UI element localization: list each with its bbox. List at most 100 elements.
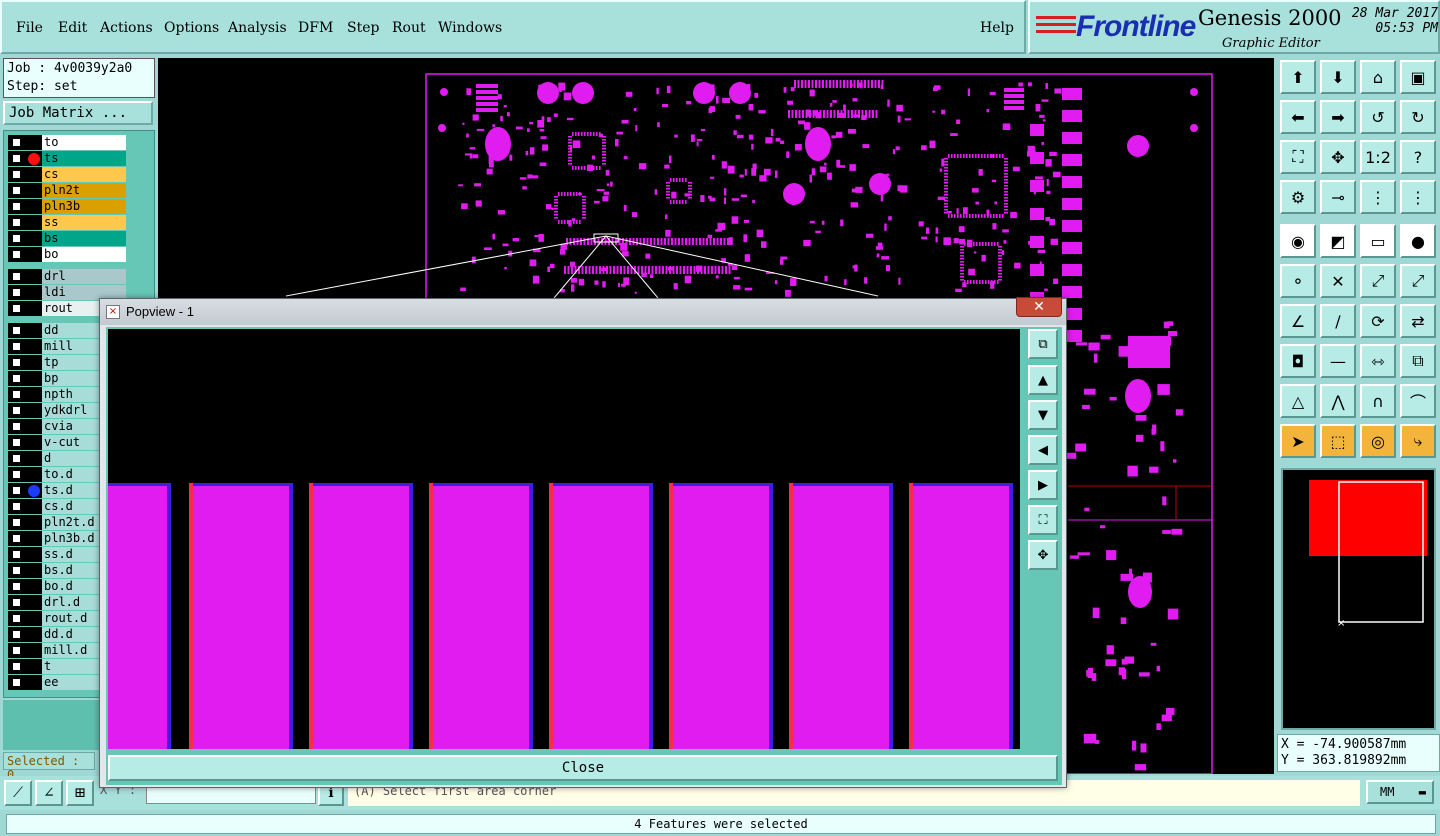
layer-row-cs[interactable]: cs	[8, 167, 126, 182]
smd-pad[interactable]	[429, 483, 533, 749]
menu-help[interactable]: Help	[980, 20, 1014, 36]
pointer-circle-icon[interactable]: ◎	[1360, 424, 1396, 458]
layer-checkbox[interactable]	[11, 645, 22, 656]
menu-file[interactable]: File	[16, 20, 43, 36]
settings-icon[interactable]: ⚙	[1280, 180, 1316, 214]
span-icon[interactable]: ⌒	[1400, 384, 1436, 418]
menu-dfm[interactable]: DFM	[298, 20, 333, 36]
angle-tool-icon[interactable]: ∠	[35, 780, 63, 806]
popview-zoom-icon[interactable]: ⧉	[1028, 329, 1058, 359]
menu-options[interactable]: Options	[164, 20, 219, 36]
menu-windows[interactable]: Windows	[438, 20, 502, 36]
minus-icon[interactable]: —	[1320, 344, 1356, 378]
smd-pad[interactable]	[189, 483, 293, 749]
pointer-icon[interactable]: ➤	[1280, 424, 1316, 458]
redo-icon[interactable]: ↻	[1400, 100, 1436, 134]
layer-checkbox[interactable]	[11, 153, 22, 164]
close-button[interactable]: Close	[108, 755, 1058, 781]
smd-pad[interactable]	[909, 483, 1013, 749]
circle-icon[interactable]: ●	[1400, 224, 1436, 258]
layer-row-to[interactable]: to	[8, 135, 126, 150]
menu-rout[interactable]: Rout	[392, 20, 426, 36]
layer-checkbox[interactable]	[11, 201, 22, 212]
layer-row-bs[interactable]: bs	[8, 231, 126, 246]
layer-checkbox[interactable]	[11, 549, 22, 560]
menu-edit[interactable]: Edit	[58, 20, 87, 36]
layer-checkbox[interactable]	[11, 169, 22, 180]
layer-checkbox[interactable]	[11, 405, 22, 416]
layer-checkbox[interactable]	[11, 341, 22, 352]
window-icon[interactable]: ▣	[1400, 60, 1436, 94]
scale-1-2-icon[interactable]: 1:2	[1360, 140, 1396, 174]
layer-checkbox[interactable]	[11, 533, 22, 544]
layer-checkbox[interactable]	[11, 661, 22, 672]
menu-step[interactable]: Step	[347, 20, 379, 36]
split-icon[interactable]: ⇿	[1360, 344, 1396, 378]
triangle-icon[interactable]: △	[1280, 384, 1316, 418]
smd-pad[interactable]	[108, 483, 171, 749]
layer-checkbox[interactable]	[11, 249, 22, 260]
job-matrix-button[interactable]: Job Matrix ...	[3, 101, 153, 125]
flip-icon[interactable]: ⇄	[1400, 304, 1436, 338]
grid-tool-icon[interactable]: ⊞	[66, 780, 94, 806]
smd-pad[interactable]	[669, 483, 773, 749]
layer-checkbox[interactable]	[11, 325, 22, 336]
popview-fit-icon[interactable]: ⛶	[1028, 505, 1058, 535]
layer-checkbox[interactable]	[11, 565, 22, 576]
angle-icon[interactable]: ∠	[1280, 304, 1316, 338]
arch-icon[interactable]: ∩	[1360, 384, 1396, 418]
layer-checkbox[interactable]	[11, 357, 22, 368]
popview-up-icon[interactable]: ▲	[1028, 365, 1058, 395]
layer-row-bo[interactable]: bo	[8, 247, 126, 262]
menu-analysis[interactable]: Analysis	[228, 20, 287, 36]
cross-icon[interactable]: ✕	[1320, 264, 1356, 298]
layer-row-pln3b[interactable]: pln3b	[8, 199, 126, 214]
layer-checkbox[interactable]	[11, 287, 22, 298]
layer-checkbox[interactable]	[11, 389, 22, 400]
home-icon[interactable]: ⌂	[1360, 60, 1396, 94]
layer-checkbox[interactable]	[11, 517, 22, 528]
popview-canvas[interactable]	[108, 329, 1020, 749]
ruler-icon[interactable]: ▭	[1360, 224, 1396, 258]
layer-checkbox[interactable]	[11, 217, 22, 228]
layer-checkbox[interactable]	[11, 469, 22, 480]
down-arrow-icon[interactable]: ⬇	[1320, 60, 1356, 94]
layer-row-ss[interactable]: ss	[8, 215, 126, 230]
zoom-fit-icon[interactable]: ⛶	[1280, 140, 1316, 174]
popview-right-icon[interactable]: ▶	[1028, 470, 1058, 500]
line-select-icon[interactable]: ◩	[1320, 224, 1356, 258]
smd-pad[interactable]	[549, 483, 653, 749]
right-arrow-icon[interactable]: ➡	[1320, 100, 1356, 134]
layer-checkbox[interactable]	[11, 629, 22, 640]
node-icon[interactable]: ◘	[1280, 344, 1316, 378]
pad-select-icon[interactable]: ◉	[1280, 224, 1316, 258]
layer-checkbox[interactable]	[11, 485, 22, 496]
pointer-box-icon[interactable]: ⬚	[1320, 424, 1356, 458]
peak-icon[interactable]: ⋀	[1320, 384, 1356, 418]
arc-alt-icon[interactable]: ⤢	[1400, 264, 1436, 298]
diagonal-tool-icon[interactable]: ⟋	[4, 780, 32, 806]
layer-checkbox[interactable]	[11, 137, 22, 148]
pointer-path-icon[interactable]: ⤷	[1400, 424, 1436, 458]
measure-icon[interactable]: ⊸	[1320, 180, 1356, 214]
help-icon[interactable]: ?	[1400, 140, 1436, 174]
layer-checkbox[interactable]	[11, 437, 22, 448]
units-select[interactable]: MM ▬	[1366, 780, 1434, 804]
layer-checkbox[interactable]	[11, 271, 22, 282]
layers-icon[interactable]: ⋮	[1360, 180, 1396, 214]
arc-icon[interactable]: ⤢	[1360, 264, 1396, 298]
smd-pad[interactable]	[309, 483, 413, 749]
snap-icon[interactable]: ⚬	[1280, 264, 1316, 298]
layer-row-pln2t[interactable]: pln2t	[8, 183, 126, 198]
popview-titlebar[interactable]: × Popview - 1	[100, 299, 1066, 325]
rotate-icon[interactable]: ⟳	[1360, 304, 1396, 338]
layer-row-ts[interactable]: ts	[8, 151, 126, 166]
layer-checkbox[interactable]	[11, 233, 22, 244]
layer-checkbox[interactable]	[11, 421, 22, 432]
left-arrow-icon[interactable]: ⬅	[1280, 100, 1316, 134]
popview-left-icon[interactable]: ◀	[1028, 435, 1058, 465]
layer-checkbox[interactable]	[11, 373, 22, 384]
up-arrow-icon[interactable]: ⬆	[1280, 60, 1316, 94]
layer-checkbox[interactable]	[11, 453, 22, 464]
popview-center-icon[interactable]: ✥	[1028, 540, 1058, 570]
